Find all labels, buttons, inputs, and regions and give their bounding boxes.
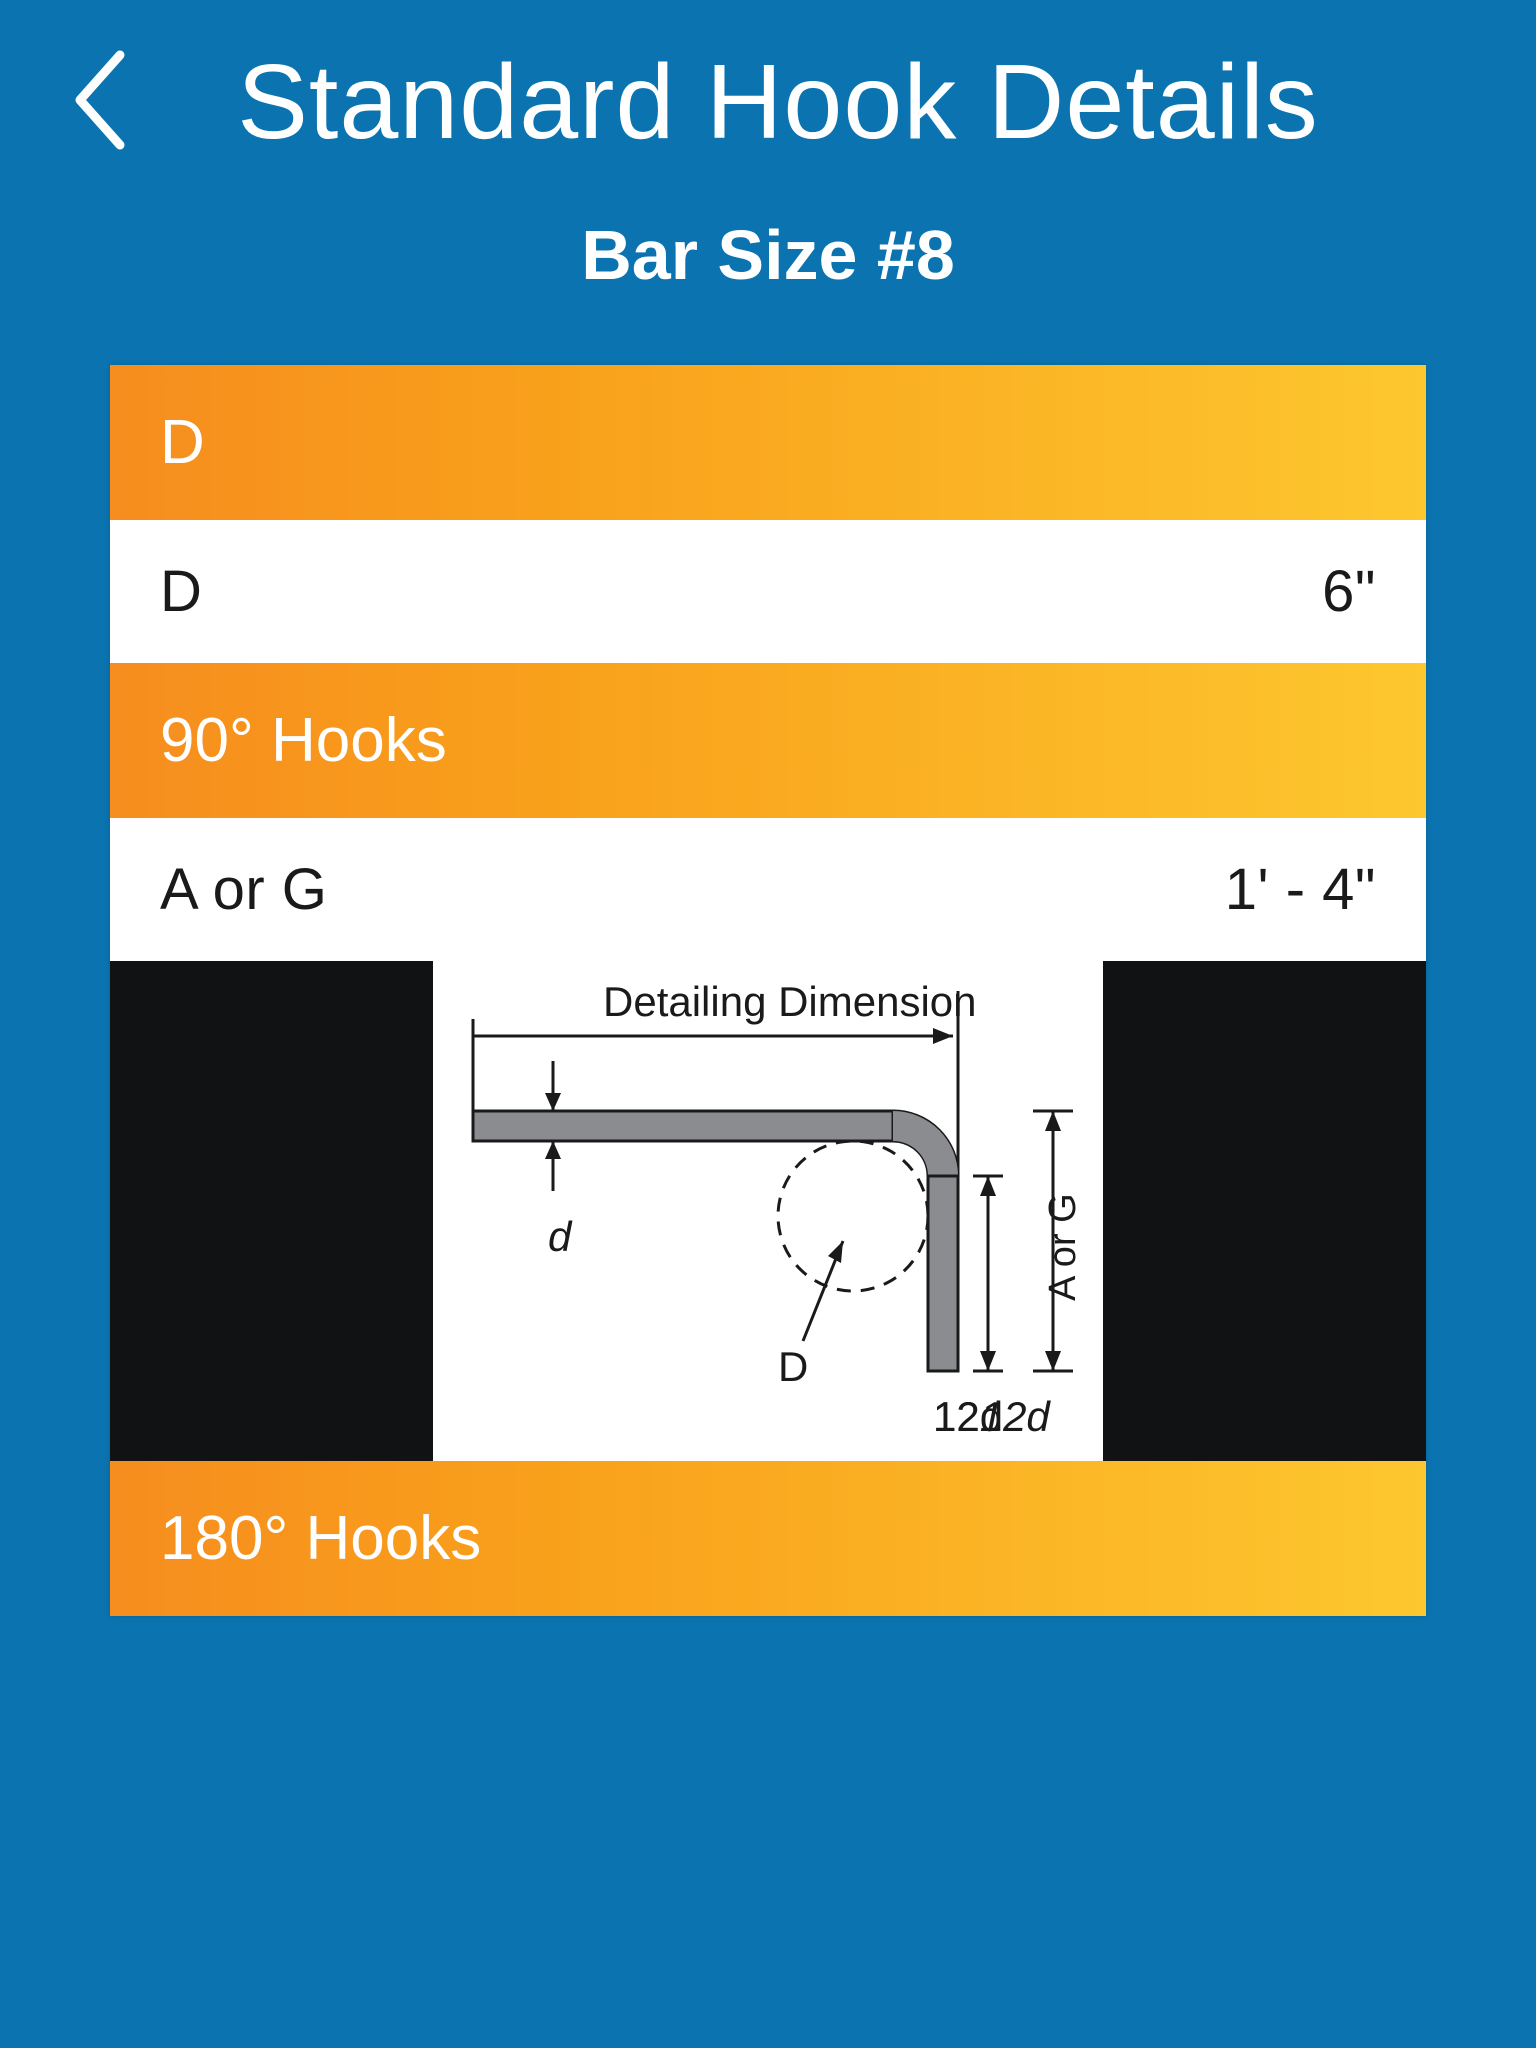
diagram-a-or-g: A or G (1042, 1193, 1084, 1301)
diagram-svg-container: Detailing Dimension (433, 961, 1103, 1461)
row-d: D 6" (110, 520, 1426, 663)
header-bar: Standard Hook Details (0, 0, 1536, 185)
row-a-or-g-label: A or G (160, 856, 327, 923)
diagram-90-hook: Detailing Dimension (110, 961, 1426, 1461)
details-card: D D 6" 90° Hooks A or G 1' - 4" Detailin… (110, 365, 1426, 1616)
row-d-label: D (160, 558, 202, 625)
diagram-12d-full: 12d (933, 1393, 1003, 1440)
section-header-d: D (110, 365, 1426, 520)
page-title: Standard Hook Details (80, 42, 1476, 163)
section-header-90-hooks: 90° Hooks (110, 663, 1426, 818)
page-subtitle: Bar Size #8 (0, 215, 1536, 295)
row-d-value: 6" (1322, 558, 1376, 625)
row-a-or-g-value: 1' - 4" (1225, 856, 1376, 923)
diagram-d-big: D (778, 1343, 808, 1390)
diagram-detailing-label: Detailing Dimension (603, 978, 977, 1025)
section-header-180-hooks: 180° Hooks (110, 1461, 1426, 1616)
row-a-or-g: A or G 1' - 4" (110, 818, 1426, 961)
diagram-d-small: d (548, 1213, 573, 1260)
